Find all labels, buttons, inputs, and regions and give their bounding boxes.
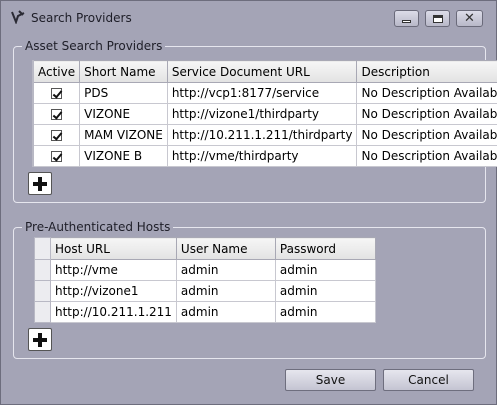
table-row[interactable]: http://vme admin admin: [34, 259, 376, 281]
short-name-cell[interactable]: VIZONE: [79, 103, 168, 125]
minimize-button[interactable]: [394, 10, 419, 27]
app-logo-icon: [11, 10, 25, 24]
host-url-cell[interactable]: http://vizone1: [50, 280, 177, 302]
row-header[interactable]: [34, 301, 51, 323]
url-cell[interactable]: http://vizone1/thirdparty: [166, 103, 358, 125]
description-cell[interactable]: No Description Available: [356, 124, 497, 146]
table-row[interactable]: MAM VIZONE http://10.211.1.211/thirdpart…: [32, 124, 497, 146]
hosts-table: Host URL User Name Password http://vme a…: [34, 237, 376, 323]
pre-authenticated-hosts-group: Pre-Authenticated Hosts Host URL User Na…: [13, 220, 486, 359]
window-title: Search Providers: [31, 11, 132, 25]
description-cell[interactable]: No Description Available: [356, 82, 497, 104]
add-host-button[interactable]: [28, 328, 52, 351]
active-cell: [32, 82, 81, 104]
plus-icon: [33, 332, 47, 347]
host-url-cell[interactable]: http://vme: [50, 259, 177, 281]
row-header[interactable]: [34, 280, 51, 302]
active-checkbox[interactable]: [51, 88, 63, 99]
active-checkbox[interactable]: [51, 130, 63, 141]
table-row[interactable]: VIZONE http://vizone1/thirdparty No Desc…: [32, 103, 497, 125]
search-providers-window: Search Providers ✕ Asset Search Provider…: [0, 0, 497, 405]
minimize-icon: [402, 20, 411, 23]
short-name-cell[interactable]: MAM VIZONE: [79, 124, 168, 146]
hosts-header-row: Host URL User Name Password: [34, 237, 376, 260]
password-cell[interactable]: admin: [274, 301, 376, 323]
column-header-description[interactable]: Description: [356, 60, 497, 83]
active-cell: [32, 145, 81, 167]
user-name-cell[interactable]: admin: [175, 280, 276, 302]
save-button[interactable]: Save: [285, 369, 376, 391]
url-cell[interactable]: http://vme/thirdparty: [166, 145, 358, 167]
user-name-cell[interactable]: admin: [175, 301, 276, 323]
cancel-button[interactable]: Cancel: [383, 369, 474, 391]
short-name-cell[interactable]: VIZONE B: [79, 145, 168, 167]
hosts-group-label: Pre-Authenticated Hosts: [22, 220, 174, 234]
providers-table: Active Short Name Service Document URL D…: [32, 60, 497, 167]
row-header[interactable]: [34, 259, 51, 281]
providers-header-row: Active Short Name Service Document URL D…: [32, 60, 497, 83]
description-cell[interactable]: No Description Available: [356, 103, 497, 125]
password-cell[interactable]: admin: [274, 280, 376, 302]
active-cell: [32, 124, 81, 146]
column-header-active[interactable]: Active: [32, 60, 81, 83]
close-button[interactable]: ✕: [456, 10, 483, 27]
password-cell[interactable]: admin: [274, 259, 376, 281]
column-header-password[interactable]: Password: [274, 237, 376, 260]
close-icon: ✕: [464, 11, 475, 26]
asset-group-label: Asset Search Providers: [22, 39, 166, 53]
table-row[interactable]: http://vizone1 admin admin: [34, 280, 376, 302]
column-header-host-url[interactable]: Host URL: [50, 237, 177, 260]
active-checkbox[interactable]: [51, 109, 63, 120]
title-bar[interactable]: Search Providers ✕: [1, 1, 496, 33]
active-cell: [32, 103, 81, 125]
host-url-cell[interactable]: http://10.211.1.211: [50, 301, 177, 323]
maximize-icon: [432, 14, 443, 23]
short-name-cell[interactable]: PDS: [79, 82, 168, 104]
table-row[interactable]: PDS http://vcp1:8177/service No Descript…: [32, 82, 497, 104]
url-cell[interactable]: http://10.211.1.211/thirdparty: [166, 124, 358, 146]
add-provider-button[interactable]: [28, 172, 52, 195]
active-checkbox[interactable]: [51, 151, 63, 162]
table-row[interactable]: VIZONE B http://vme/thirdparty No Descri…: [32, 145, 497, 167]
column-header-user-name[interactable]: User Name: [175, 237, 276, 260]
row-header-corner: [34, 237, 51, 260]
maximize-button[interactable]: [425, 10, 450, 27]
user-name-cell[interactable]: admin: [175, 259, 276, 281]
column-header-service-url[interactable]: Service Document URL: [166, 60, 358, 83]
table-row[interactable]: http://10.211.1.211 admin admin: [34, 301, 376, 323]
description-cell[interactable]: No Description Available: [356, 145, 497, 167]
column-header-short-name[interactable]: Short Name: [79, 60, 168, 83]
asset-search-providers-group: Asset Search Providers Active Short Name…: [13, 39, 497, 203]
url-cell[interactable]: http://vcp1:8177/service: [166, 82, 358, 104]
plus-icon: [33, 176, 47, 191]
